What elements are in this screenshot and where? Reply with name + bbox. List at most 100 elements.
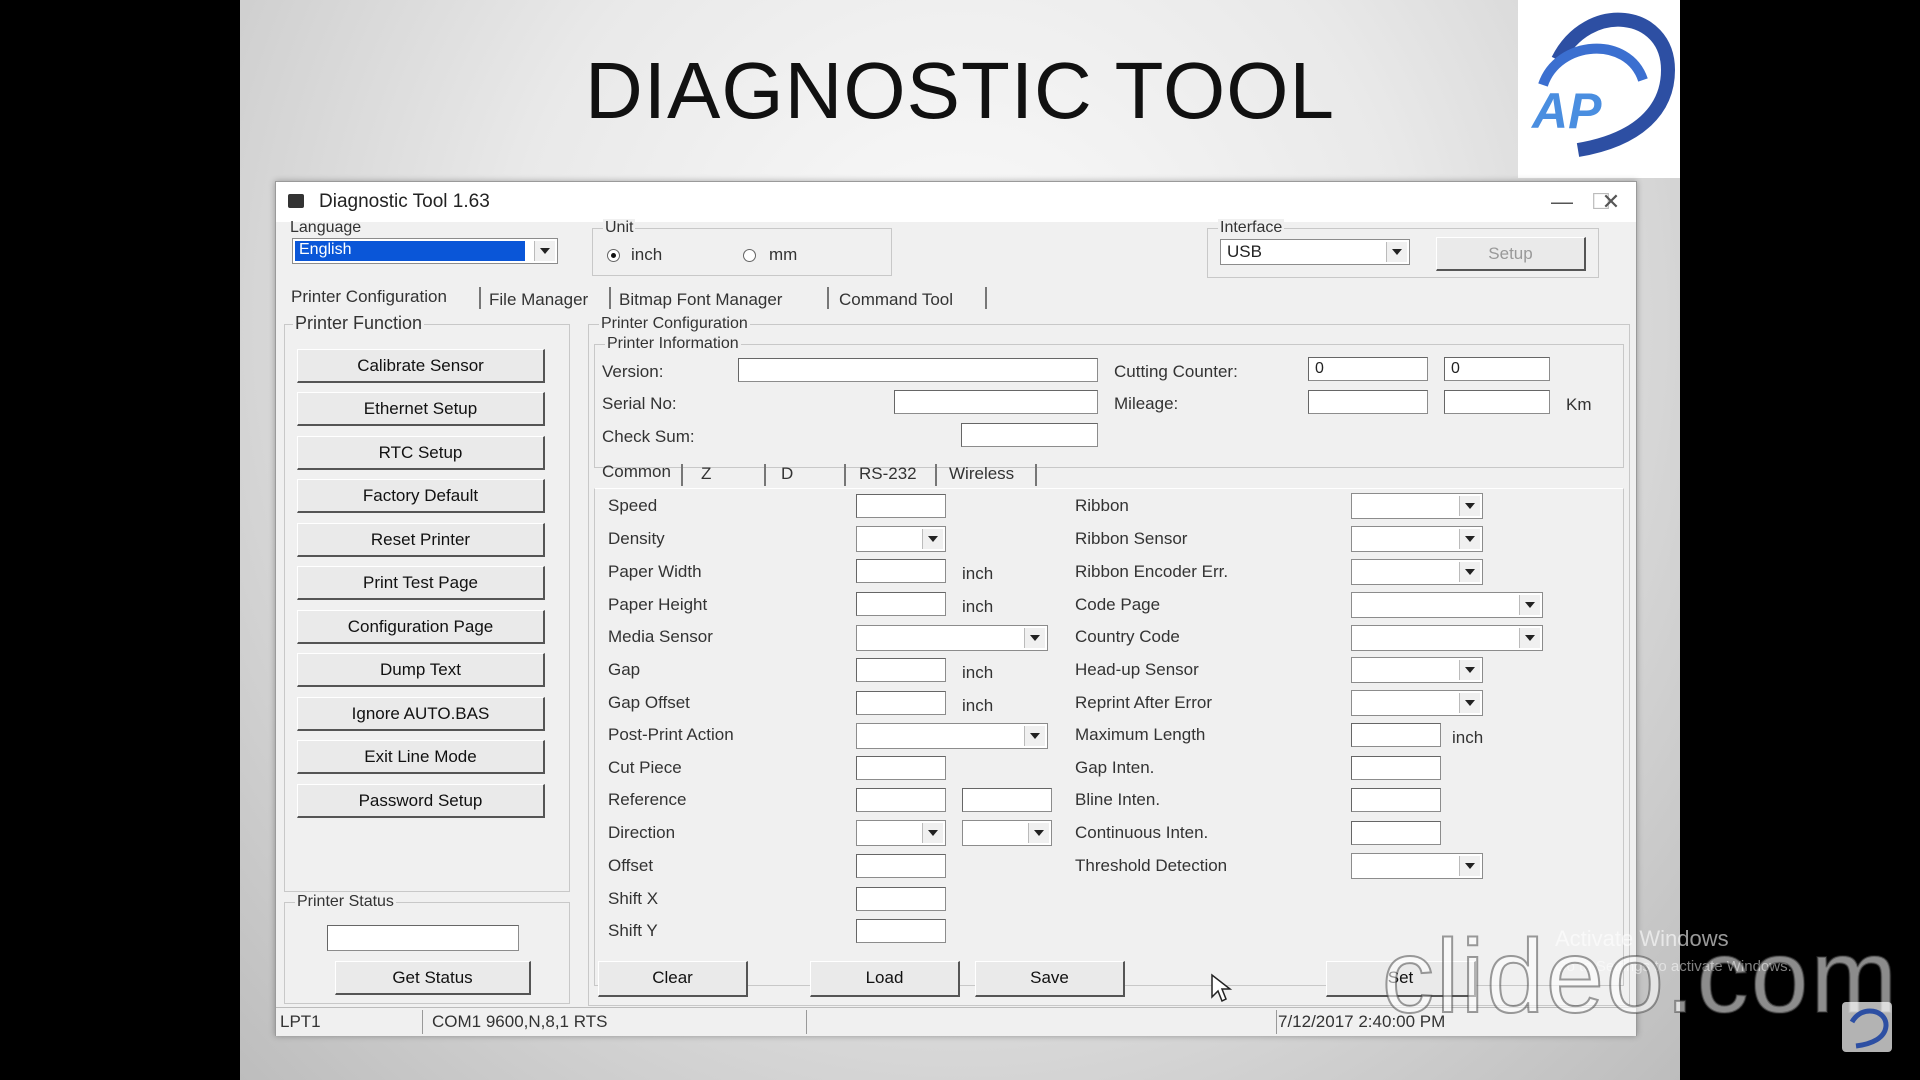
- media-sensor-select[interactable]: [856, 625, 1048, 651]
- tab-command-tool[interactable]: Command Tool: [839, 290, 953, 310]
- gap-inten-label: Gap Inten.: [1075, 758, 1155, 777]
- ap-logo-icon: AP: [1530, 12, 1676, 157]
- serial-no-label: Serial No:: [602, 394, 677, 413]
- unit-inch-radio[interactable]: [607, 249, 620, 262]
- factory-default-button[interactable]: Factory Default: [297, 479, 545, 513]
- com-status: COM1 9600,N,8,1 RTS: [432, 1012, 608, 1031]
- gap-unit: inch: [962, 663, 994, 682]
- maximum-length-unit: inch: [1452, 728, 1484, 747]
- shift-y-field[interactable]: [856, 919, 946, 943]
- calibrate-sensor-button[interactable]: Calibrate Sensor: [297, 349, 545, 383]
- continuous-inten-label: Continuous Inten.: [1075, 823, 1209, 842]
- country-code-select[interactable]: [1351, 625, 1543, 651]
- speed-field[interactable]: [856, 494, 946, 518]
- check-sum-field[interactable]: [961, 423, 1098, 447]
- version-field[interactable]: [738, 358, 1098, 382]
- ribbon-sensor-select[interactable]: [1351, 526, 1483, 552]
- reprint-after-error-select[interactable]: [1351, 690, 1483, 716]
- bline-inten-field[interactable]: [1351, 788, 1441, 812]
- rtc-setup-button[interactable]: RTC Setup: [297, 436, 545, 470]
- load-button[interactable]: Load: [810, 961, 960, 997]
- unit-label: Unit: [603, 219, 636, 237]
- setup-button[interactable]: Setup: [1436, 237, 1586, 271]
- printer-configuration-label: Printer Configuration: [599, 315, 750, 333]
- tab-wireless[interactable]: Wireless: [949, 464, 1014, 484]
- chevron-down-icon: [1459, 693, 1480, 713]
- tab-d[interactable]: D: [781, 464, 793, 484]
- check-sum-label: Check Sum:: [602, 427, 695, 446]
- chevron-down-icon: [534, 241, 555, 261]
- status-divider: [1276, 1010, 1277, 1034]
- post-print-action-label: Post-Print Action: [608, 725, 734, 744]
- tab-common[interactable]: Common: [602, 462, 671, 482]
- ignore-auto-bas-button[interactable]: Ignore AUTO.BAS: [297, 697, 545, 731]
- tab-separator: [681, 464, 683, 486]
- reprint-after-error-label: Reprint After Error: [1075, 693, 1212, 712]
- speed-label: Speed: [608, 496, 658, 515]
- mileage-field-2[interactable]: [1444, 390, 1550, 414]
- chevron-down-icon: [1519, 628, 1540, 648]
- paper-height-field[interactable]: [856, 592, 946, 616]
- gap-offset-field[interactable]: [856, 691, 946, 715]
- print-test-page-button[interactable]: Print Test Page: [297, 566, 545, 600]
- gap-field[interactable]: [856, 658, 946, 682]
- exit-line-mode-button[interactable]: Exit Line Mode: [297, 740, 545, 774]
- svg-text:AP: AP: [1530, 83, 1602, 139]
- paper-width-field[interactable]: [856, 559, 946, 583]
- printer-status-field[interactable]: [327, 925, 519, 951]
- offset-label: Offset: [608, 856, 654, 875]
- reset-printer-button[interactable]: Reset Printer: [297, 523, 545, 557]
- tab-printer-configuration[interactable]: Printer Configuration: [291, 287, 447, 307]
- shift-x-field[interactable]: [856, 887, 946, 911]
- minimize-button[interactable]: —: [1542, 188, 1582, 216]
- password-setup-button[interactable]: Password Setup: [297, 784, 545, 818]
- mileage-field-1[interactable]: [1308, 390, 1428, 414]
- status-divider: [422, 1010, 423, 1034]
- offset-field[interactable]: [856, 854, 946, 878]
- cut-piece-field[interactable]: [856, 756, 946, 780]
- chevron-down-icon: [1024, 628, 1045, 648]
- threshold-detection-select[interactable]: [1351, 853, 1483, 879]
- get-status-button[interactable]: Get Status: [335, 961, 531, 995]
- gap-inten-field[interactable]: [1351, 756, 1441, 780]
- save-button[interactable]: Save: [975, 961, 1125, 997]
- post-print-action-select[interactable]: [856, 723, 1048, 749]
- density-select[interactable]: [856, 526, 946, 552]
- tab-z[interactable]: Z: [701, 464, 711, 484]
- tab-file-manager[interactable]: File Manager: [489, 290, 588, 310]
- configuration-page-button[interactable]: Configuration Page: [297, 610, 545, 644]
- dump-text-button[interactable]: Dump Text: [297, 653, 545, 687]
- cutting-counter-field-2[interactable]: 0: [1444, 357, 1550, 381]
- title-bar: Diagnostic Tool 1.63 — ☐ ✕: [276, 182, 1636, 222]
- interface-select[interactable]: USB: [1220, 239, 1410, 265]
- code-page-select[interactable]: [1351, 592, 1543, 618]
- tab-bitmap-font-manager[interactable]: Bitmap Font Manager: [619, 290, 782, 310]
- paper-width-unit: inch: [962, 564, 994, 583]
- unit-mm-label: mm: [769, 245, 798, 264]
- unit-mm-radio[interactable]: [743, 249, 756, 262]
- window-title: Diagnostic Tool 1.63: [319, 191, 490, 212]
- serial-no-field[interactable]: [894, 390, 1098, 414]
- cutting-counter-field-1[interactable]: 0: [1308, 357, 1428, 381]
- interface-label: Interface: [1218, 219, 1285, 237]
- clear-button[interactable]: Clear: [598, 961, 748, 997]
- chevron-down-icon: [1028, 823, 1049, 843]
- shift-x-label: Shift X: [608, 889, 659, 908]
- maximum-length-field[interactable]: [1351, 723, 1441, 747]
- paper-width-label: Paper Width: [608, 562, 702, 581]
- tab-rs-232[interactable]: RS-232: [859, 464, 917, 484]
- language-select[interactable]: English: [292, 238, 558, 264]
- reference-y-field[interactable]: [962, 788, 1052, 812]
- close-button[interactable]: ✕: [1591, 188, 1631, 216]
- status-divider: [806, 1010, 807, 1034]
- ethernet-setup-button[interactable]: Ethernet Setup: [297, 392, 545, 426]
- mileage-unit: Km: [1566, 395, 1592, 414]
- printer-status-label: Printer Status: [295, 893, 396, 911]
- head-up-sensor-select[interactable]: [1351, 657, 1483, 683]
- ribbon-select[interactable]: [1351, 493, 1483, 519]
- continuous-inten-field[interactable]: [1351, 821, 1441, 845]
- direction-select-2[interactable]: [962, 820, 1052, 846]
- reference-x-field[interactable]: [856, 788, 946, 812]
- ribbon-encoder-err-select[interactable]: [1351, 559, 1483, 585]
- direction-select-1[interactable]: [856, 820, 946, 846]
